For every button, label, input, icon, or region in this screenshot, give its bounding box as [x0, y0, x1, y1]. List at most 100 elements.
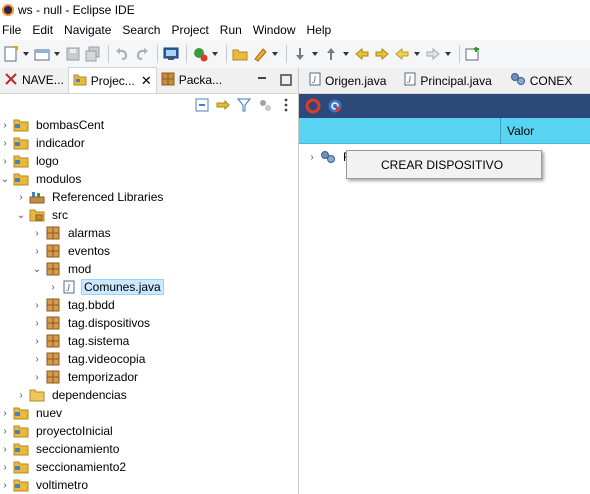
- menu-run[interactable]: Run: [218, 23, 247, 37]
- tab-principal-java[interactable]: J Principal.java: [394, 68, 499, 94]
- expand-arrow-icon[interactable]: ›: [307, 148, 317, 166]
- tree-item-comunes-java[interactable]: › J Comunes.java: [0, 278, 298, 296]
- menu-edit[interactable]: Edit: [30, 23, 58, 37]
- next-annotation-icon[interactable]: [291, 45, 309, 63]
- expand-arrow-icon[interactable]: ›: [0, 134, 10, 152]
- new-icon[interactable]: [2, 45, 20, 63]
- expand-arrow-icon[interactable]: ›: [0, 116, 10, 134]
- java-file-icon: J: [61, 280, 77, 294]
- refresh-icon[interactable]: [327, 98, 343, 114]
- tab-conex[interactable]: CONEX: [500, 68, 581, 94]
- tab-project-explorer[interactable]: Projec... ✕: [67, 67, 157, 93]
- last-edit-icon[interactable]: [353, 45, 371, 63]
- expand-arrow-icon[interactable]: ›: [0, 476, 10, 494]
- collapse-arrow-icon[interactable]: ⌄: [0, 170, 10, 188]
- tree-item-label: eventos: [68, 244, 111, 258]
- tree-item-dependencias[interactable]: › dependencias: [0, 386, 298, 404]
- tree-item-mod[interactable]: ⌄ mod: [0, 260, 298, 278]
- filter-icon[interactable]: [236, 97, 252, 113]
- pencil-icon[interactable]: [251, 45, 269, 63]
- package-explorer-icon: [161, 72, 175, 89]
- expand-arrow-icon[interactable]: ›: [32, 332, 42, 350]
- collapse-all-icon[interactable]: [194, 97, 210, 113]
- focus-icon[interactable]: [257, 97, 273, 113]
- forward-dropdown[interactable]: [444, 45, 452, 63]
- undo-icon[interactable]: [113, 45, 131, 63]
- collapse-arrow-icon[interactable]: ⌄: [32, 260, 42, 278]
- prev-annotation-icon[interactable]: [322, 45, 340, 63]
- tab-navigator[interactable]: NAVE...: [0, 67, 68, 93]
- back-icon[interactable]: [393, 45, 411, 63]
- menu-item-crear-dispositivo[interactable]: CREAR DISPOSITIVO: [347, 158, 503, 172]
- expand-arrow-icon[interactable]: ›: [0, 440, 10, 458]
- tree-item-tag-sistema[interactable]: › tag.sistema: [0, 332, 298, 350]
- console-icon[interactable]: [162, 45, 180, 63]
- next-annotation-dropdown[interactable]: [311, 45, 319, 63]
- tab-origen-java[interactable]: J Origen.java: [299, 68, 394, 94]
- column-valor[interactable]: Valor: [501, 124, 534, 138]
- collapse-arrow-icon[interactable]: ⌄: [16, 206, 26, 224]
- expand-arrow-icon[interactable]: ›: [48, 278, 58, 296]
- tree-item-nuev[interactable]: › nuev: [0, 404, 298, 422]
- tree-item-label: logo: [36, 154, 59, 168]
- tree-item-indicador[interactable]: › indicador: [0, 134, 298, 152]
- tree-item-logo[interactable]: › logo: [0, 152, 298, 170]
- menu-navigate[interactable]: Navigate: [62, 23, 116, 37]
- library-icon: [29, 190, 45, 204]
- tree-item-tag-bbdd[interactable]: › tag.bbdd: [0, 296, 298, 314]
- stop-icon[interactable]: [305, 98, 321, 114]
- expand-arrow-icon[interactable]: ›: [32, 350, 42, 368]
- menu-search[interactable]: Search: [120, 23, 165, 37]
- save-icon[interactable]: [64, 45, 82, 63]
- tree-item-voltimetro[interactable]: › voltimetro: [0, 476, 298, 494]
- expand-arrow-icon[interactable]: ›: [0, 152, 10, 170]
- tree-item-seccionamiento2[interactable]: › seccionamiento2: [0, 458, 298, 476]
- expand-arrow-icon[interactable]: ›: [32, 368, 42, 386]
- tree-item-tag-videocopia[interactable]: › tag.videocopia: [0, 350, 298, 368]
- tree-item-alarmas[interactable]: › alarmas: [0, 224, 298, 242]
- menu-window[interactable]: Window: [251, 23, 301, 37]
- tree-item-seccionamiento[interactable]: › seccionamiento: [0, 440, 298, 458]
- prev-annotation-dropdown[interactable]: [342, 45, 350, 63]
- new-window-icon[interactable]: [33, 45, 51, 63]
- pencil-dropdown[interactable]: [271, 45, 279, 63]
- expand-arrow-icon[interactable]: ›: [32, 242, 42, 260]
- expand-arrow-icon[interactable]: ›: [0, 404, 10, 422]
- close-icon[interactable]: ✕: [141, 73, 152, 89]
- tree-item-tag-dispositivos[interactable]: › tag.dispositivos: [0, 314, 298, 332]
- new-dropdown[interactable]: [22, 45, 30, 63]
- expand-arrow-icon[interactable]: ›: [16, 386, 26, 404]
- expand-arrow-icon[interactable]: ›: [0, 422, 10, 440]
- forward-icon[interactable]: [424, 45, 442, 63]
- link-with-editor-icon[interactable]: [215, 97, 231, 113]
- menu-help[interactable]: Help: [305, 23, 337, 37]
- expand-arrow-icon[interactable]: ›: [32, 314, 42, 332]
- tree-item-referenced-libraries[interactable]: › Referenced Libraries: [0, 188, 298, 206]
- debug-icon[interactable]: [191, 45, 209, 63]
- save-all-icon[interactable]: [84, 45, 102, 63]
- new-window-dropdown[interactable]: [53, 45, 61, 63]
- menu-project[interactable]: Project: [169, 23, 213, 37]
- expand-arrow-icon[interactable]: ›: [32, 296, 42, 314]
- maximize-icon[interactable]: [278, 72, 294, 88]
- package-icon: [45, 226, 61, 240]
- back-dropdown[interactable]: [413, 45, 421, 63]
- tree-item-src[interactable]: ⌄ src: [0, 206, 298, 224]
- tree-item-eventos[interactable]: › eventos: [0, 242, 298, 260]
- view-menu-icon[interactable]: [278, 97, 294, 113]
- expand-arrow-icon[interactable]: ›: [0, 458, 10, 476]
- perspective-icon[interactable]: [464, 45, 482, 63]
- redo-icon[interactable]: [133, 45, 151, 63]
- minimize-icon[interactable]: [254, 72, 270, 88]
- debug-dropdown[interactable]: [211, 45, 219, 63]
- tree-item-modulos[interactable]: ⌄ modulos: [0, 170, 298, 188]
- expand-arrow-icon[interactable]: ›: [32, 224, 42, 242]
- tree-item-temporizador[interactable]: › temporizador: [0, 368, 298, 386]
- expand-arrow-icon[interactable]: ›: [16, 188, 26, 206]
- tree-item-proyectoinicial[interactable]: › proyectoInicial: [0, 422, 298, 440]
- tree-item-bombascent[interactable]: › bombasCent: [0, 116, 298, 134]
- tab-package-explorer[interactable]: Packa...: [157, 67, 226, 93]
- open-folder-icon[interactable]: [231, 45, 249, 63]
- edit-location-icon[interactable]: [373, 45, 391, 63]
- menu-file[interactable]: File: [0, 23, 26, 37]
